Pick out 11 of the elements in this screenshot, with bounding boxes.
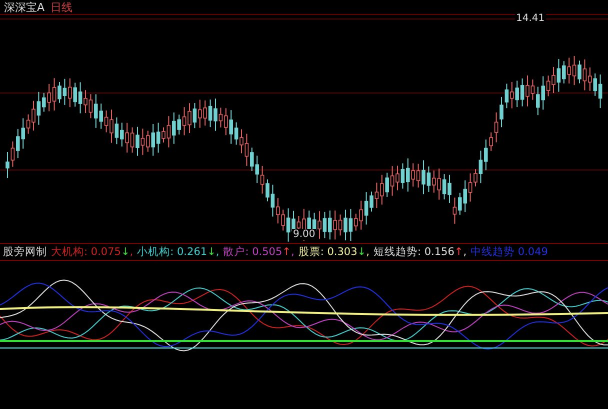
- indicator-value: 短线趋势: 0.156↑,: [373, 245, 467, 259]
- stock-title: 深深宝A: [4, 0, 45, 14]
- indicator-value: 股票: 0.303↓,: [298, 245, 370, 259]
- high-price-label: 14.41: [515, 13, 546, 24]
- indicator-value: 中线趋势 0.049: [470, 245, 548, 259]
- indicator-name: 股旁网制: [3, 245, 47, 259]
- period-label: 日线: [50, 0, 73, 14]
- low-price-label: 9.00: [292, 229, 316, 240]
- indicator-value: 大机构: 0.075↓,: [51, 245, 134, 259]
- indicator-value: 散户: 0.505↑,: [223, 245, 294, 259]
- indicator-value: 小机构: 0.261↓,: [137, 245, 220, 259]
